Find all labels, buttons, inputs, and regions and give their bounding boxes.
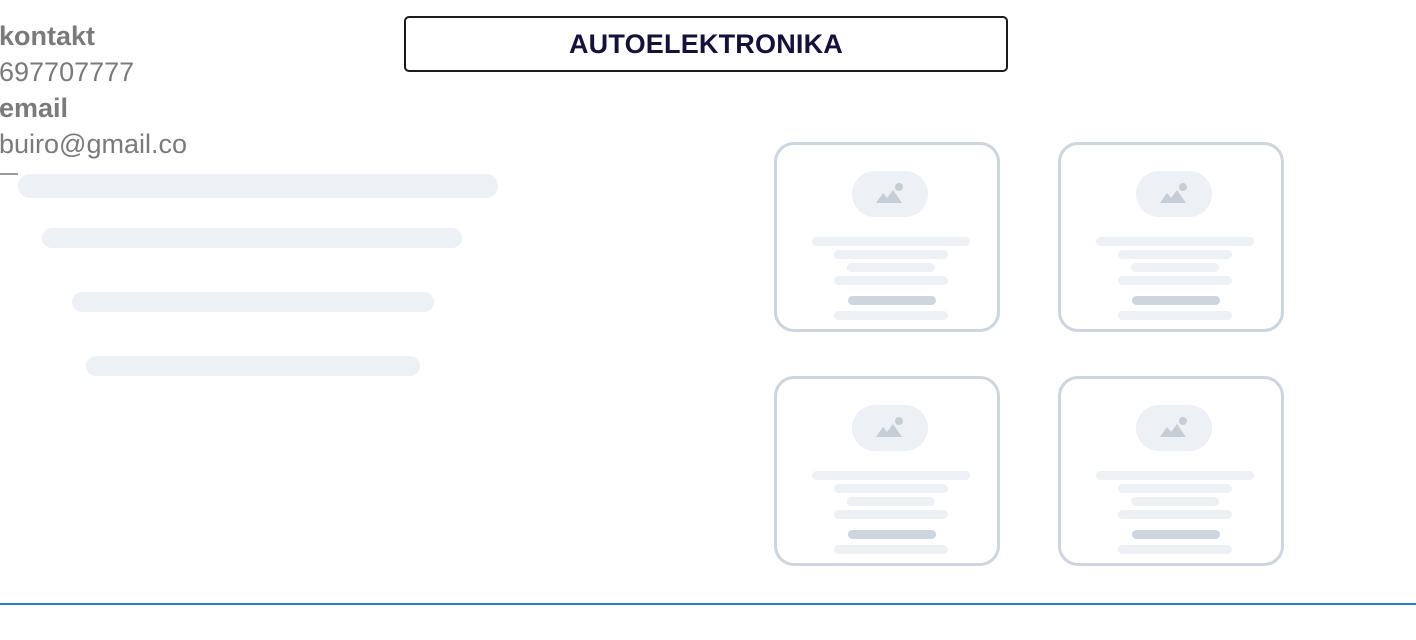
skeleton-line xyxy=(1118,484,1232,493)
skeleton-line xyxy=(1132,296,1220,305)
contact-email: buiro@gmail.co xyxy=(0,129,187,159)
skeleton-line xyxy=(1118,510,1232,519)
skeleton-line xyxy=(18,174,498,198)
image-placeholder-icon xyxy=(876,417,903,437)
skeleton-line xyxy=(1096,471,1254,480)
text-overflow-mark xyxy=(0,173,18,175)
skeleton-line xyxy=(1118,276,1232,285)
skeleton-line xyxy=(834,510,948,519)
skeleton-line xyxy=(812,471,970,480)
contact-block: kontakt 697707777 email buiro@gmail.co xyxy=(0,18,199,175)
skeleton-line xyxy=(72,292,434,312)
email-label: email xyxy=(0,93,69,123)
skeleton-line xyxy=(1132,530,1220,539)
skeleton-line xyxy=(847,497,935,506)
skeleton-line xyxy=(834,311,948,320)
skeleton-line xyxy=(834,545,948,554)
placeholder-card xyxy=(774,376,1000,566)
skeleton-line xyxy=(42,228,462,248)
skeleton-line xyxy=(86,356,420,376)
image-placeholder xyxy=(1136,171,1212,217)
skeleton-line xyxy=(812,237,970,246)
skeleton-line xyxy=(848,296,936,305)
skeleton-line xyxy=(1118,311,1232,320)
image-placeholder-icon xyxy=(1160,183,1187,203)
skeleton-line xyxy=(1131,497,1219,506)
skeleton-line xyxy=(834,250,948,259)
placeholder-card xyxy=(1058,142,1284,332)
contact-phone: 697707777 xyxy=(0,57,135,87)
page: kontakt 697707777 email buiro@gmail.co A… xyxy=(0,0,1416,640)
skeleton-line xyxy=(834,276,948,285)
skeleton-line xyxy=(834,484,948,493)
skeleton-line xyxy=(1118,250,1232,259)
skeleton-line xyxy=(847,263,935,272)
placeholder-card xyxy=(1058,376,1284,566)
skeleton-line xyxy=(848,530,936,539)
skeleton-line xyxy=(1096,237,1254,246)
contact-label: kontakt xyxy=(0,21,96,51)
skeleton-line xyxy=(1131,263,1219,272)
image-placeholder-icon xyxy=(1160,417,1187,437)
image-placeholder xyxy=(852,405,928,451)
image-placeholder xyxy=(852,171,928,217)
page-title: AUTOELEKTRONIKA xyxy=(404,16,1008,72)
skeleton-line xyxy=(1118,545,1232,554)
footer-divider xyxy=(0,603,1416,605)
placeholder-card xyxy=(774,142,1000,332)
image-placeholder xyxy=(1136,405,1212,451)
image-placeholder-icon xyxy=(876,183,903,203)
